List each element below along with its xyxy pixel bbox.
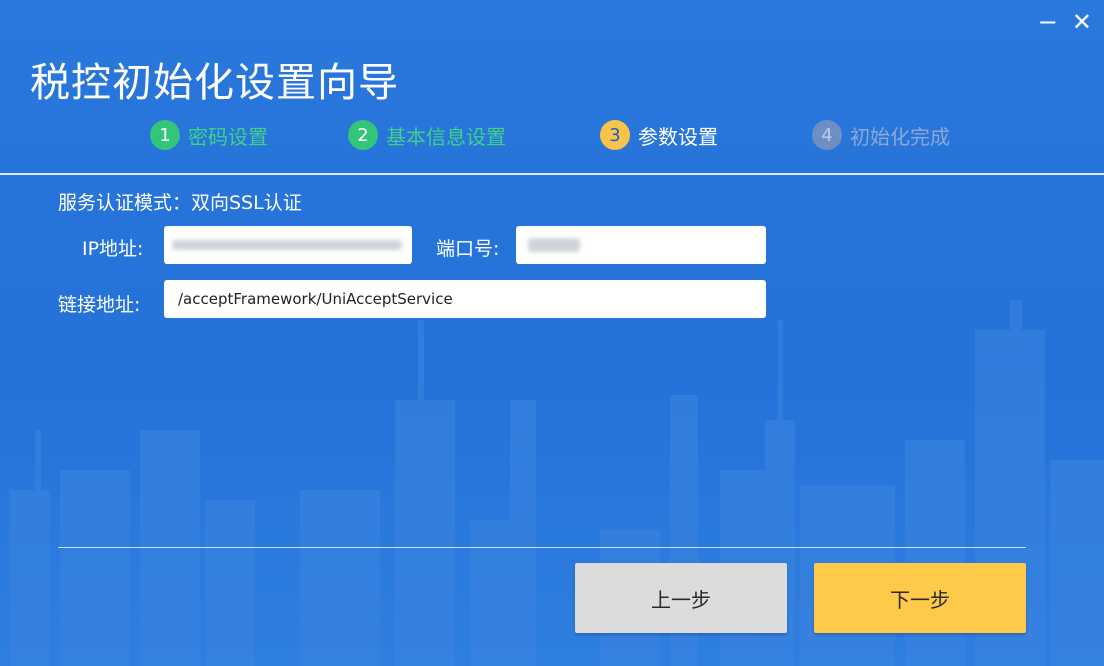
step-basic-info-setup: 2 基本信息设置 (348, 120, 506, 150)
step-label: 基本信息设置 (386, 124, 506, 149)
redacted-value (172, 240, 402, 250)
step-initialization-complete: 4 初始化完成 (812, 120, 950, 150)
auth-mode-text: 服务认证模式：双向SSL认证 (58, 192, 302, 214)
step-parameter-setup: 3 参数设置 (600, 120, 718, 150)
link-address-label: 链接地址: (58, 294, 141, 316)
step-label: 密码设置 (188, 124, 268, 149)
footer-divider (58, 547, 1026, 548)
window-controls: − ✕ (1038, 10, 1092, 34)
redacted-value (528, 238, 580, 252)
step-label: 参数设置 (638, 124, 718, 149)
minimize-icon[interactable]: − (1038, 10, 1058, 34)
step-number-badge: 1 (150, 120, 180, 150)
header-divider (0, 173, 1104, 175)
next-step-button[interactable]: 下一步 (814, 563, 1026, 633)
link-address-field[interactable]: /acceptFramework/UniAcceptService (164, 280, 766, 318)
previous-step-button[interactable]: 上一步 (575, 563, 787, 633)
ip-address-field[interactable] (164, 226, 412, 264)
step-number-badge: 3 (600, 120, 630, 150)
setup-wizard-window: − ✕ 税控初始化设置向导 1 密码设置 2 基本信息设置 3 参数设置 4 初… (0, 0, 1104, 666)
step-number-badge: 4 (812, 120, 842, 150)
port-label: 端口号: (436, 238, 500, 260)
step-password-setup: 1 密码设置 (150, 120, 268, 150)
ip-address-label: IP地址: (82, 238, 144, 260)
wizard-steps: 1 密码设置 2 基本信息设置 3 参数设置 4 初始化完成 (0, 120, 1104, 156)
step-label: 初始化完成 (850, 124, 950, 149)
port-field[interactable] (516, 226, 766, 264)
step-number-badge: 2 (348, 120, 378, 150)
wizard-title: 税控初始化设置向导 (30, 60, 399, 106)
close-icon[interactable]: ✕ (1072, 10, 1092, 34)
